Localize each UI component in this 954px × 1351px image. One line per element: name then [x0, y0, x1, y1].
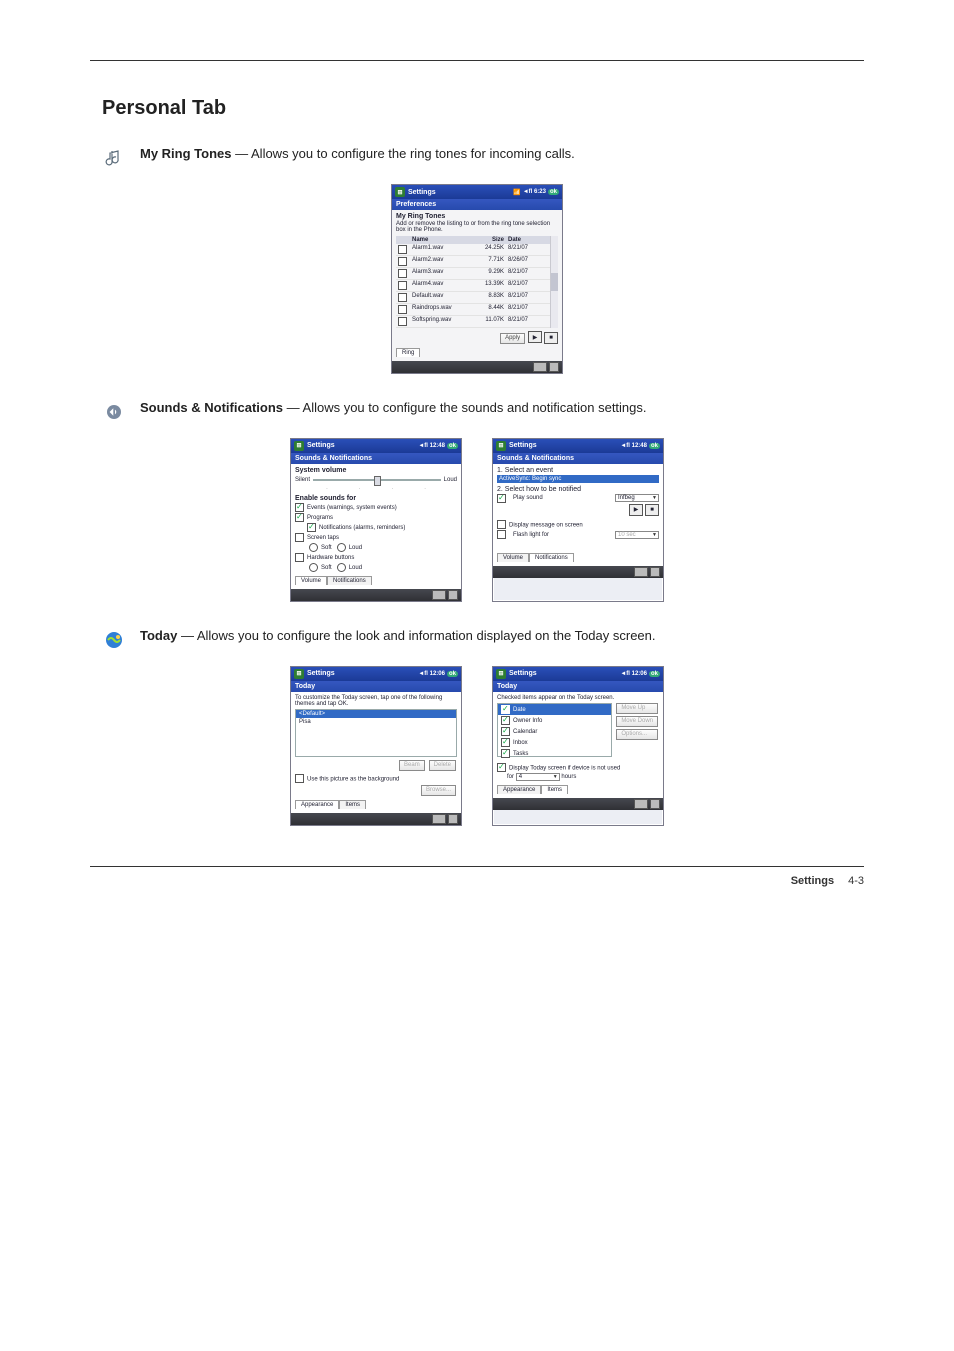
play-sound-checkbox[interactable] — [497, 494, 506, 503]
sounds-icon — [102, 400, 126, 424]
display-message-checkbox[interactable] — [497, 520, 506, 529]
today-items-screenshot: ⊞Settings ◄ﬂ 12:06ok Today Checked items… — [492, 666, 664, 826]
ringtone-text: My Ring Tones — Allows you to configure … — [140, 146, 864, 163]
keyboard-icon[interactable] — [432, 590, 446, 600]
event-select[interactable]: ActiveSync: Begin sync — [497, 475, 659, 483]
table-row[interactable]: Alarm4.wav13.39K8/21/07 — [396, 280, 550, 292]
theme-listbox[interactable]: <Default> Pisa — [295, 709, 457, 757]
stop-icon[interactable]: ■ — [645, 504, 659, 516]
options-button[interactable]: Options... — [616, 729, 658, 740]
table-row[interactable]: Raindrops.wav8.44K8/21/07 — [396, 304, 550, 316]
menu-arrow-icon[interactable] — [549, 362, 559, 372]
tab-volume[interactable]: Volume — [295, 576, 327, 585]
hours-select[interactable]: 4 — [516, 773, 560, 781]
table-row[interactable]: Softspring.wav11.07K8/21/07 — [396, 316, 550, 328]
play-icon[interactable]: ▶ — [528, 331, 542, 343]
menu-arrow-icon[interactable] — [448, 590, 458, 600]
tab-items[interactable]: Items — [541, 785, 568, 794]
sounds-volume-screenshot: ⊞Settings ◄ﬂ 12:48ok Sounds & Notificati… — [290, 438, 462, 602]
stop-icon[interactable]: ■ — [544, 332, 558, 344]
table-row[interactable]: Alarm3.wav9.29K8/21/07 — [396, 268, 550, 280]
apply-button[interactable]: Apply — [500, 333, 525, 344]
keyboard-icon[interactable] — [634, 799, 648, 809]
keyboard-icon[interactable] — [533, 362, 547, 372]
menu-arrow-icon[interactable] — [650, 567, 660, 577]
today-text: Today — Allows you to configure the look… — [140, 628, 864, 645]
tab-volume[interactable]: Volume — [497, 553, 529, 562]
today-appearance-screenshot: ⊞Settings ◄ﬂ 12:06ok Today To customize … — [290, 666, 462, 826]
tab-appearance[interactable]: Appearance — [295, 800, 339, 809]
keyboard-icon[interactable] — [432, 814, 446, 824]
move-down-button[interactable]: Move Down — [616, 716, 658, 727]
table-row[interactable]: Alarm2.wav7.71K8/26/07 — [396, 256, 550, 268]
items-listbox[interactable]: DateOwner InfoCalendarInboxTasks — [497, 703, 612, 757]
keyboard-icon[interactable] — [634, 567, 648, 577]
move-up-button[interactable]: Move Up — [616, 703, 658, 714]
sounds-text: Sounds & Notifications — Allows you to c… — [140, 400, 864, 417]
sound-select[interactable]: Infbeg — [615, 494, 659, 502]
flash-duration-select[interactable]: 10 sec — [615, 531, 659, 539]
play-icon[interactable]: ▶ — [629, 504, 643, 516]
menu-arrow-icon[interactable] — [650, 799, 660, 809]
display-today-checkbox[interactable] — [497, 763, 506, 772]
delete-button[interactable]: Delete — [429, 760, 456, 771]
browse-button[interactable]: Browse... — [421, 785, 456, 796]
volume-slider[interactable] — [313, 476, 441, 484]
use-picture-checkbox[interactable] — [295, 774, 304, 783]
tab-notifications[interactable]: Notifications — [327, 576, 372, 585]
ringtone-icon — [102, 146, 126, 170]
tab-items[interactable]: Items — [339, 800, 366, 809]
tab-notifications[interactable]: Notifications — [529, 553, 574, 562]
table-row[interactable]: Alarm1.wav24.25K8/21/07 — [396, 244, 550, 256]
today-icon — [102, 628, 126, 652]
menu-arrow-icon[interactable] — [448, 814, 458, 824]
ringtones-screenshot: ⊞Settings 📶◄ﬂ 6:23ok Preferences My Ring… — [391, 184, 563, 374]
sounds-notifications-screenshot: ⊞Settings ◄ﬂ 12:48ok Sounds & Notificati… — [492, 438, 664, 602]
table-row[interactable]: Default.wav8.83K8/21/07 — [396, 292, 550, 304]
beam-button[interactable]: Beam — [399, 760, 425, 771]
tab-appearance[interactable]: Appearance — [497, 785, 541, 794]
tab-ring[interactable]: Ring — [396, 348, 420, 357]
page-heading: Personal Tab — [102, 97, 864, 120]
flash-light-checkbox[interactable] — [497, 530, 506, 539]
page-footer: Settings4-3 — [90, 866, 864, 887]
